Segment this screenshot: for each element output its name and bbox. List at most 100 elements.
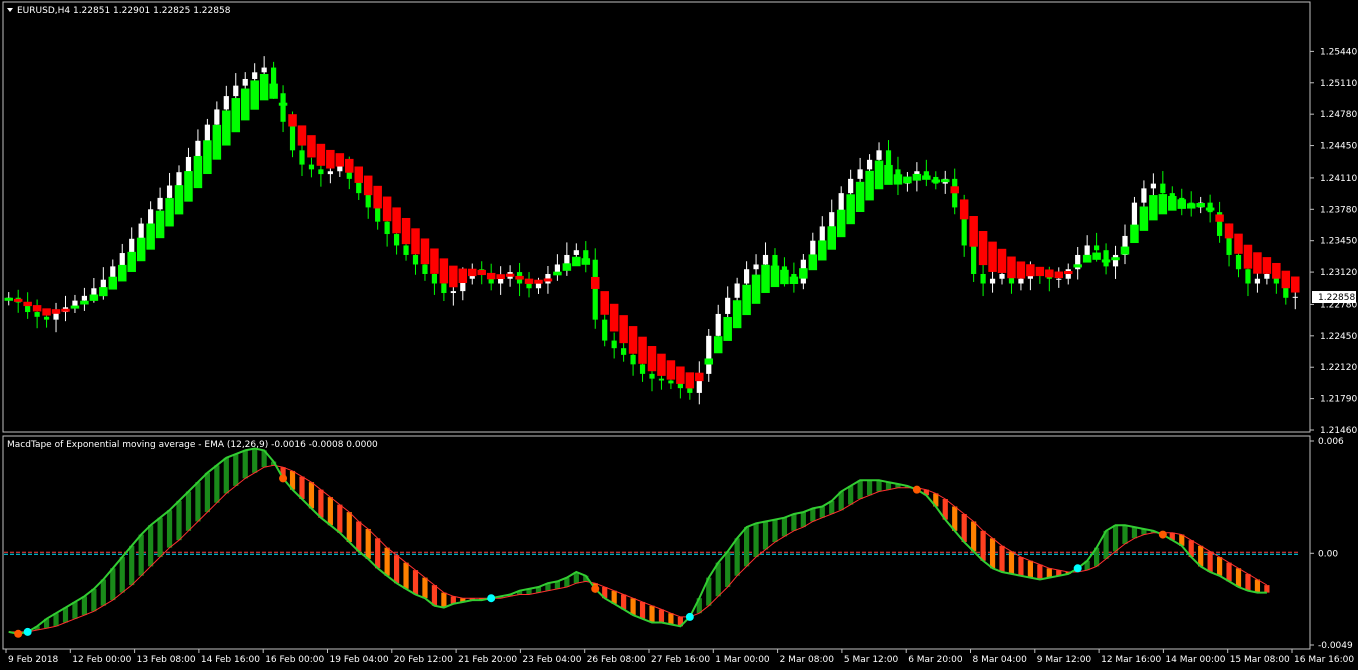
tape-bar-bull: [1205, 207, 1215, 211]
tape-bar-bull: [572, 256, 581, 267]
tape-bar-bear: [1063, 271, 1073, 275]
bearish-cross-dot: [1158, 530, 1167, 539]
candle-body: [1056, 278, 1062, 280]
sub-tick-label: -0.0049: [1318, 641, 1353, 651]
tape-bar-bear: [458, 268, 468, 284]
tape-bar-bull: [732, 300, 742, 329]
candle-body: [252, 72, 258, 79]
tape-bar-bear: [638, 336, 647, 364]
tape-bar-bear: [505, 273, 515, 277]
tape-bar-bull: [553, 271, 562, 276]
tape-bar-bull: [893, 174, 903, 185]
candle-body: [573, 250, 579, 255]
tape-bar-bear: [326, 149, 335, 169]
tape-bar-bear: [486, 272, 496, 280]
candle-body: [1084, 245, 1090, 255]
bullish-cross-dot: [487, 594, 496, 603]
tape-bar-bear: [61, 308, 70, 312]
time-tick-label: 12 Feb 00:00: [72, 655, 131, 665]
bearish-cross-dot: [912, 485, 921, 494]
tape-bar-bear: [1016, 261, 1026, 279]
tape-bar-bull: [1158, 194, 1168, 215]
tape-bar-bull: [1101, 259, 1111, 263]
tape-bar-bear: [449, 265, 458, 288]
candle-body: [677, 383, 683, 389]
tape-bar-bear: [297, 125, 307, 146]
price-tick-label: 1.22120: [1320, 363, 1357, 373]
tape-bar-bull: [240, 88, 250, 121]
candle-body: [621, 348, 627, 355]
tape-bar-bear: [1215, 214, 1224, 222]
candle-body: [1094, 245, 1100, 251]
tape-bar-bear: [316, 143, 326, 166]
tape-bar-bear: [590, 276, 600, 289]
bearish-cross-dot: [591, 584, 600, 593]
candle-body: [365, 193, 371, 208]
time-tick-label: 14 Feb 16:00: [201, 655, 260, 665]
tape-bar-bull: [799, 268, 808, 279]
bullish-cross-dot: [685, 612, 694, 621]
candle-body: [1150, 183, 1156, 189]
tape-bar-bull: [99, 287, 108, 297]
chart-background: [0, 0, 1358, 670]
time-tick-label: 15 Mar 08:00: [1230, 655, 1290, 665]
tape-bar-bull: [269, 83, 278, 99]
tape-bar-bull: [846, 194, 855, 225]
candle-body: [441, 283, 447, 294]
tape-bar-bull: [108, 276, 118, 290]
candle-body: [848, 178, 854, 194]
candle-body: [857, 169, 863, 179]
tape-bar-bear: [1007, 256, 1016, 279]
tape-bar-bear: [354, 166, 364, 183]
candle-body: [176, 172, 182, 186]
candle-body: [829, 212, 835, 227]
time-tick-label: 8 Mar 04:00: [973, 655, 1028, 665]
tape-bar-bull: [761, 264, 770, 293]
bearish-cross-dot: [14, 629, 23, 638]
candle-body: [214, 109, 220, 125]
tape-bar-bear: [468, 268, 477, 277]
tape-bar-bear: [477, 269, 486, 276]
time-tick-label: 12 Mar 16:00: [1101, 655, 1161, 665]
tape-bar-bull: [808, 254, 818, 271]
tape-bar-bull: [1139, 206, 1149, 231]
tape-bar-bull: [780, 269, 789, 285]
candle-body: [299, 150, 305, 165]
candle-body: [772, 254, 778, 267]
tape-bar-bull: [789, 276, 799, 285]
candle-body: [233, 85, 239, 97]
tape-bar-bull: [1120, 246, 1130, 255]
candle-body: [129, 238, 135, 254]
tape-bar-bull: [751, 274, 761, 304]
tape-bar-bear: [600, 291, 609, 315]
tape-bar-bull: [174, 185, 184, 215]
tape-bar-bear: [1234, 233, 1243, 254]
tape-bar-bull: [193, 155, 203, 189]
candle-body: [706, 335, 712, 374]
candle-body: [630, 354, 636, 365]
time-tick-label: 20 Feb 12:00: [394, 655, 453, 665]
candle-body: [431, 273, 438, 284]
tape-bar-bull: [127, 251, 136, 272]
tape-bar-bear: [401, 217, 411, 245]
candle-body: [526, 283, 532, 289]
candle-body: [725, 297, 731, 314]
tape-bar-bull: [940, 179, 950, 183]
tape-bar-bear: [13, 298, 23, 302]
time-tick-label: 2 Mar 08:00: [780, 655, 835, 665]
candle-body: [100, 279, 106, 289]
tape-bar-bear: [430, 248, 439, 274]
tape-bar-bear: [647, 346, 657, 372]
sub-tick-label: 0.00: [1318, 549, 1338, 559]
time-tick-label: 23 Feb 04:00: [522, 655, 581, 665]
tape-bar-bull: [212, 124, 222, 160]
tape-bar-bear: [969, 216, 978, 247]
bullish-cross-dot: [1073, 564, 1082, 573]
tape-bar-bear: [534, 279, 543, 284]
candle-body: [1254, 278, 1261, 284]
candle-body: [119, 253, 125, 267]
sub-tick-label: 0.006: [1318, 437, 1344, 447]
tape-bar-bear: [496, 274, 505, 280]
tape-bar-bull: [903, 176, 912, 184]
candle-body: [819, 226, 825, 241]
